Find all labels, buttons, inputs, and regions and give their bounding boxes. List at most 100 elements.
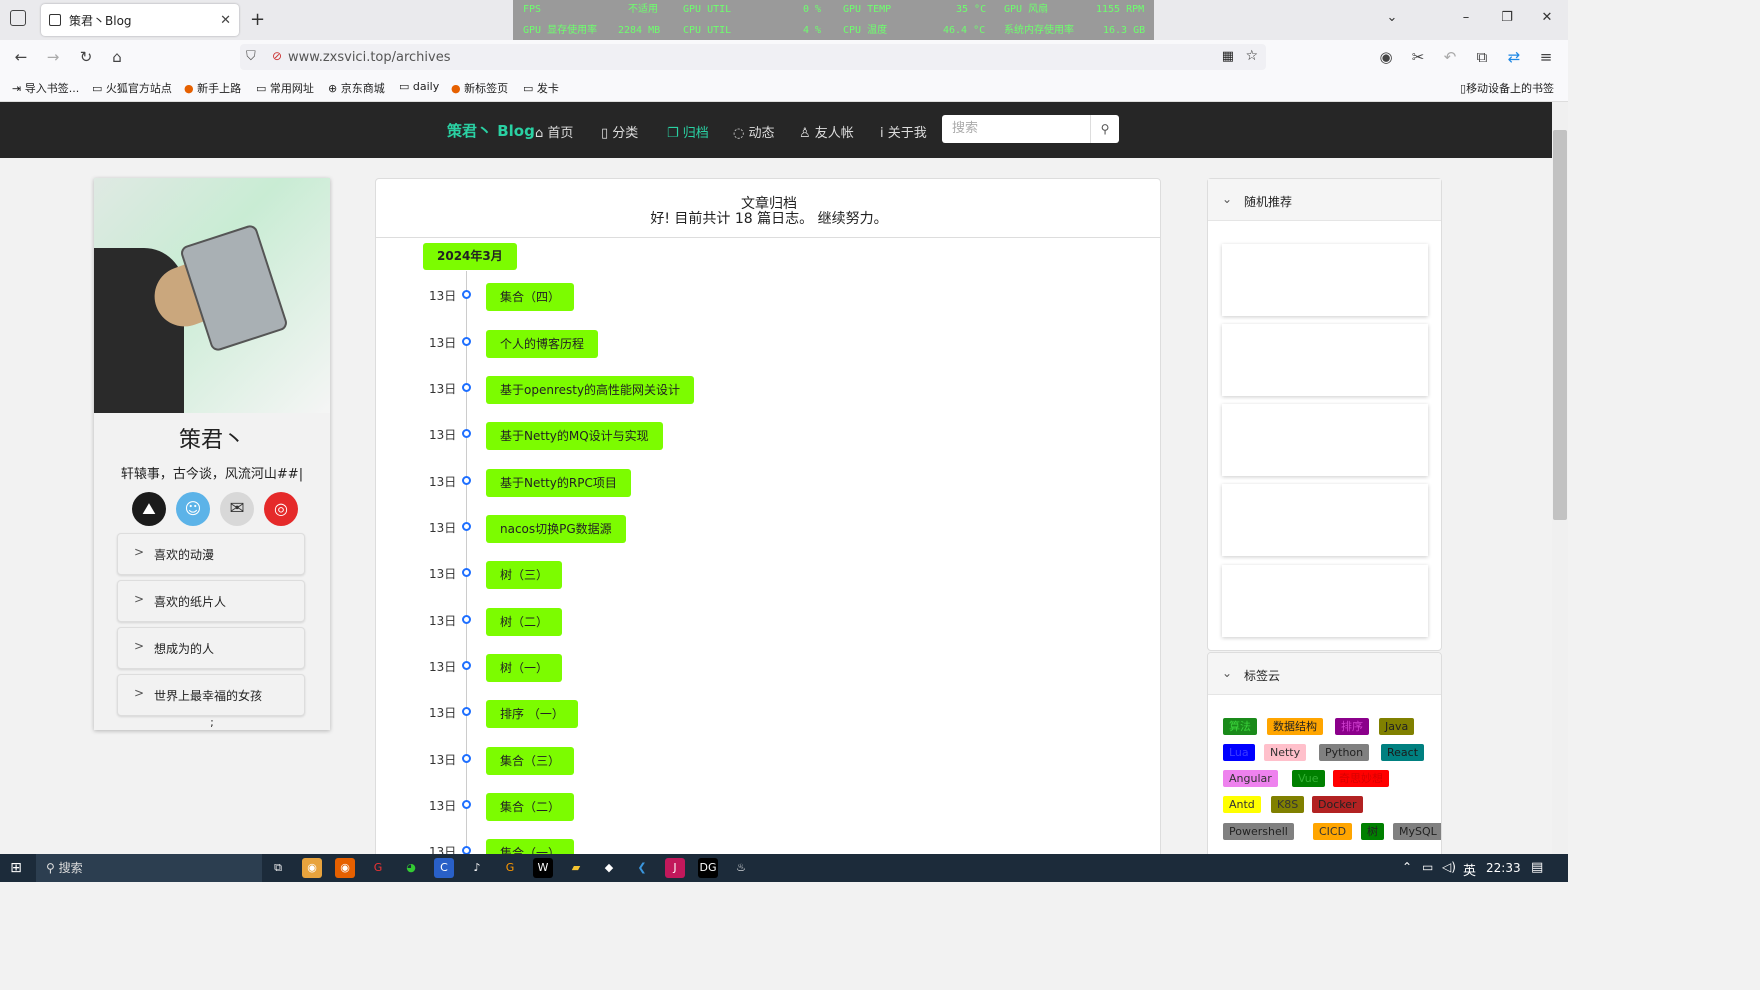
qr-code-icon[interactable]: ▦	[1222, 49, 1234, 64]
undo-icon[interactable]: ↶	[1441, 48, 1459, 66]
tag-chip[interactable]: Vue	[1292, 770, 1325, 787]
recommend-card[interactable]	[1222, 484, 1428, 556]
post-link[interactable]: 基于openresty的高性能网关设计	[486, 376, 695, 404]
recommend-card[interactable]	[1222, 404, 1428, 476]
section-happiest-girl[interactable]: > 世界上最幸福的女孩	[117, 674, 305, 716]
tag-chip[interactable]: React	[1381, 744, 1425, 761]
volume-icon[interactable]: ◁)	[1442, 860, 1456, 874]
bookmark-item[interactable]: ▭ daily	[399, 80, 439, 93]
post-link[interactable]: 排序 （一）	[486, 700, 578, 728]
post-link[interactable]: nacos切换PG数据源	[486, 515, 626, 543]
nav-home[interactable]: ⌂ 首页	[535, 122, 573, 141]
tag-chip[interactable]: Antd	[1223, 796, 1261, 813]
tag-chip[interactable]: Angular	[1223, 770, 1278, 787]
extensions-icon[interactable]: ⧉	[1473, 48, 1491, 66]
netease-music-icon[interactable]: ◎	[264, 492, 298, 526]
tag-chip[interactable]: Powershell	[1223, 823, 1294, 840]
ime-indicator[interactable]: 英	[1463, 860, 1476, 879]
recommend-card[interactable]	[1222, 244, 1428, 316]
site-brand[interactable]: 策君丶 Blog	[447, 120, 535, 141]
forward-icon[interactable]: →	[44, 48, 62, 66]
post-link[interactable]: 集合（四）	[486, 283, 575, 311]
bookmark-item[interactable]: ▭ 发卡	[523, 80, 559, 96]
tag-chip[interactable]: Netty	[1264, 744, 1307, 761]
back-icon[interactable]: ←	[12, 48, 30, 66]
search-input[interactable]: 搜索	[942, 115, 1090, 143]
post-link[interactable]: 集合（三）	[486, 747, 575, 775]
section-characters[interactable]: > 喜欢的纸片人	[117, 580, 305, 622]
tag-chip[interactable]: 排序	[1335, 718, 1369, 735]
chrome-icon[interactable]: ◉	[302, 858, 322, 878]
search-button[interactable]: ⚲	[1090, 115, 1119, 143]
bookmark-item[interactable]: ● 新手上路	[184, 80, 241, 96]
tab-active[interactable]: 策君丶Blog ✕	[41, 4, 239, 36]
nav-moments[interactable]: ◌ 动态	[733, 122, 775, 141]
idea-icon[interactable]: J	[665, 858, 685, 878]
post-link[interactable]: 集合（二）	[486, 793, 575, 821]
post-link[interactable]: 树（三）	[486, 561, 563, 589]
lock-insecure-icon[interactable]: ⊘	[272, 49, 282, 63]
git-icon[interactable]: ◆	[599, 858, 619, 878]
clock[interactable]: 22:33	[1486, 861, 1521, 875]
recommend-card[interactable]	[1222, 565, 1428, 637]
nav-about[interactable]: i 关于我	[880, 122, 927, 141]
tag-chip[interactable]: Lua	[1223, 744, 1255, 761]
post-link[interactable]: 树（一）	[486, 654, 563, 682]
translate-icon[interactable]: ⇄	[1505, 48, 1523, 66]
tab-list-icon[interactable]	[10, 10, 26, 26]
taskbar-search[interactable]: ⚲ 搜索	[36, 854, 262, 882]
tiktok-icon[interactable]: ♪	[467, 858, 487, 878]
restore-button[interactable]: ❐	[1497, 10, 1517, 30]
tag-chip[interactable]: 奇思妙想	[1333, 770, 1389, 787]
nav-archives[interactable]: ❐ 归档	[667, 122, 709, 141]
shield-icon[interactable]: ⛉	[246, 49, 256, 64]
bot-icon[interactable]: ☺	[176, 492, 210, 526]
tag-chip[interactable]: 算法	[1223, 718, 1257, 735]
tab-overflow-icon[interactable]: ⌄	[1382, 10, 1402, 30]
task-view-icon[interactable]: ⧉	[268, 858, 288, 878]
tag-chip[interactable]: K8S	[1271, 796, 1305, 813]
reload-icon[interactable]: ↻	[77, 48, 95, 66]
wechat-icon[interactable]: ◕	[401, 858, 421, 878]
url-bar[interactable]: ⛉ ⊘ www.zxsvici.top/archives ▦ ☆	[240, 44, 1266, 70]
firefox-icon[interactable]: ◉	[335, 858, 355, 878]
minimize-button[interactable]: –	[1456, 10, 1476, 30]
recommend-card[interactable]	[1222, 324, 1428, 396]
start-icon[interactable]: ⊞	[6, 858, 26, 878]
tag-cloud-header[interactable]: ⌄ 标签云	[1208, 653, 1441, 695]
steam-icon[interactable]: ♨	[731, 858, 751, 878]
bookmark-item[interactable]: ⇥ 导入书签...	[12, 80, 79, 96]
nav-friends[interactable]: ♙ 友人帐	[799, 122, 854, 141]
tag-chip[interactable]: 数据结构	[1267, 718, 1323, 735]
new-tab-button[interactable]: +	[250, 9, 265, 30]
tag-chip[interactable]: 树	[1361, 823, 1384, 840]
bookmark-item[interactable]: ▭ 火狐官方站点	[92, 80, 172, 96]
post-link[interactable]: 基于Netty的MQ设计与实现	[486, 422, 663, 450]
datagrip-icon[interactable]: DG	[698, 858, 718, 878]
section-role-model[interactable]: > 想成为的人	[117, 627, 305, 669]
random-recommend-header[interactable]: ⌄ 随机推荐	[1208, 179, 1441, 221]
bookmark-item[interactable]: ▭ 常用网址	[256, 80, 314, 96]
app-icon[interactable]: G	[500, 858, 520, 878]
home-icon[interactable]: ⌂	[108, 48, 126, 66]
github-icon[interactable]: ⛰	[132, 492, 166, 526]
bookmark-item[interactable]: ● 新标签页	[451, 80, 508, 96]
menu-icon[interactable]: ≡	[1537, 48, 1555, 66]
bookmark-item[interactable]: ⊕ 京东商城	[328, 80, 385, 96]
tag-chip[interactable]: MySQL	[1393, 823, 1441, 840]
vscode-icon[interactable]: ❮	[632, 858, 652, 878]
close-tab-icon[interactable]: ✕	[220, 13, 231, 28]
explorer-icon[interactable]: ▰	[566, 858, 586, 878]
network-icon[interactable]: ▭	[1422, 860, 1433, 874]
app-icon[interactable]: C	[434, 858, 454, 878]
tag-chip[interactable]: Java	[1379, 718, 1415, 735]
mobile-bookmarks[interactable]: ▯移动设备上的书签	[1460, 80, 1554, 96]
nav-categories[interactable]: ▯ 分类	[601, 122, 638, 141]
section-anime[interactable]: > 喜欢的动漫	[117, 533, 305, 575]
tag-chip[interactable]: CICD	[1313, 823, 1353, 840]
close-window-button[interactable]: ✕	[1537, 10, 1557, 30]
screenshot-icon[interactable]: ✂	[1409, 48, 1427, 66]
post-link[interactable]: 树（二）	[486, 608, 563, 636]
tray-chevron-icon[interactable]: ⌃	[1402, 860, 1412, 874]
tag-chip[interactable]: Docker	[1312, 796, 1363, 813]
